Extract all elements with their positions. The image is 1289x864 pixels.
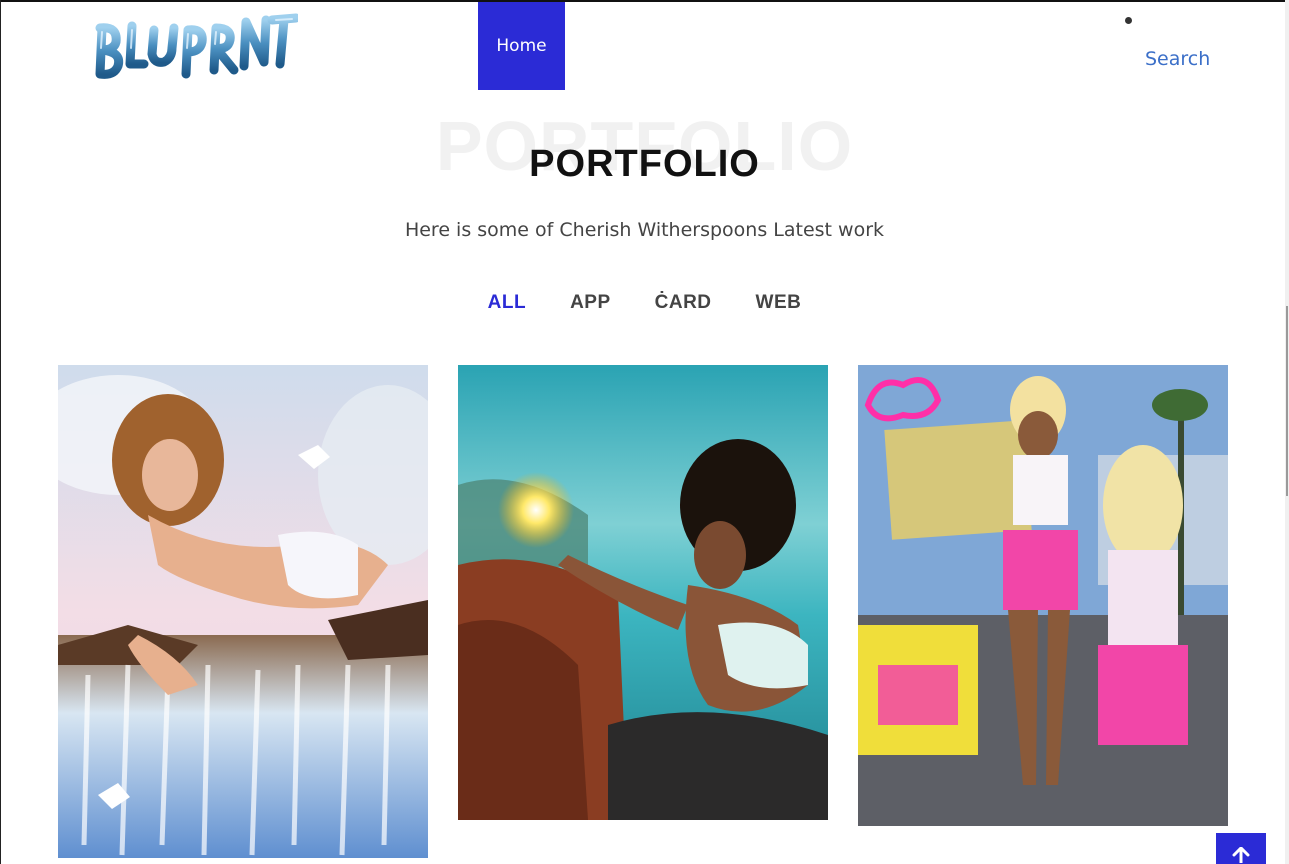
section-title: PORTFOLIO xyxy=(529,143,760,185)
filter-web[interactable]: WEB xyxy=(756,292,802,314)
arrow-up-icon xyxy=(1232,847,1250,863)
nav-home-button[interactable]: Home xyxy=(478,2,565,90)
window-top-border xyxy=(0,0,1289,2)
back-to-top-button[interactable] xyxy=(1216,833,1266,864)
nav-home-label: Home xyxy=(496,36,547,56)
portfolio-item[interactable] xyxy=(58,365,428,858)
portfolio-item[interactable] xyxy=(458,365,828,820)
filter-card[interactable]: ĊARD xyxy=(655,292,712,314)
section-subtitle: Here is some of Cherish Witherspoons Lat… xyxy=(404,219,885,241)
site-logo[interactable] xyxy=(92,8,301,86)
search-link[interactable]: Search xyxy=(1145,48,1210,70)
portfolio-image-waterfall xyxy=(58,365,428,858)
portfolio-image-ocean-light xyxy=(458,365,828,820)
portfolio-image-collage xyxy=(858,365,1228,826)
bluprnt-logo-graphic xyxy=(95,13,301,79)
scrollbar-thumb[interactable] xyxy=(1286,306,1288,496)
portfolio-item[interactable] xyxy=(858,365,1228,826)
list-bullet xyxy=(1125,17,1132,24)
filter-app[interactable]: APP xyxy=(570,292,611,314)
portfolio-filters: ALL APP ĊARD WEB xyxy=(0,292,1289,314)
filter-all[interactable]: ALL xyxy=(488,292,526,314)
